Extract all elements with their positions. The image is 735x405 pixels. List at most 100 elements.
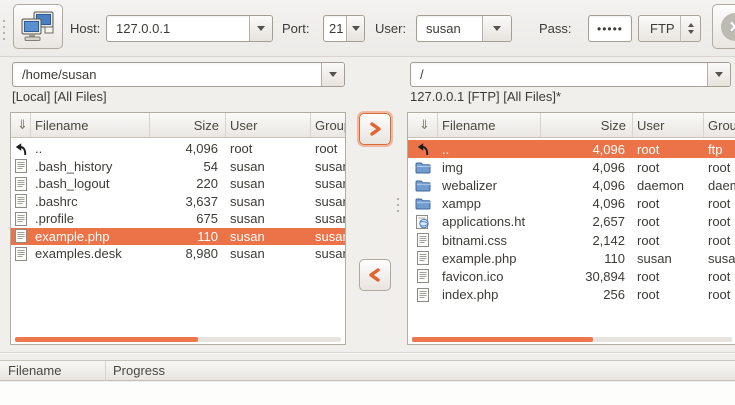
file-row[interactable]: img 4,096 root root	[408, 158, 735, 176]
user-column-header[interactable]: User	[633, 113, 704, 137]
file-row[interactable]: .profile 675 susan susan	[11, 210, 345, 228]
text-file-icon	[15, 159, 27, 173]
port-input[interactable]: 21	[324, 16, 346, 41]
pane-splitter-handle[interactable]	[396, 196, 400, 214]
folder-icon	[415, 197, 431, 210]
sort-column-header[interactable]: ⇓	[408, 113, 438, 137]
toolbar-grip-handle[interactable]	[2, 18, 6, 40]
file-row[interactable]: .bash_logout 220 susan susan	[11, 175, 345, 193]
file-row[interactable]: favicon.ico 30,894 root root	[408, 267, 735, 285]
port-combo[interactable]: 21	[323, 15, 365, 42]
remote-status-label: 127.0.0.1 [FTP] [All Files]*	[410, 89, 561, 104]
protocol-spinner[interactable]: FTP	[638, 15, 701, 42]
text-file-icon	[417, 233, 429, 247]
local-path-input[interactable]: /home/susan	[13, 63, 321, 86]
remote-list-header: ⇓ Filename Size User Group	[408, 113, 735, 138]
chevron-down-icon	[329, 72, 337, 77]
host-input[interactable]: 127.0.0.1	[107, 16, 249, 41]
file-row[interactable]: applications.ht 2,657 root root	[408, 213, 735, 231]
arrow-left-icon	[368, 267, 382, 283]
file-row[interactable]: examples.desk 8,980 susan susan	[11, 245, 345, 263]
port-label: Port:	[282, 21, 309, 36]
text-file-icon	[417, 288, 429, 302]
transfer-splitter-handle[interactable]	[0, 352, 735, 354]
chevron-down-icon	[352, 26, 360, 31]
remote-path-dropdown-button[interactable]	[707, 63, 730, 86]
sort-column-header[interactable]: ⇓	[11, 113, 31, 137]
file-row[interactable]: webalizer 4,096 daemon daemon	[408, 176, 735, 194]
filename-column-header[interactable]: Filename	[438, 113, 541, 137]
text-file-icon	[417, 251, 429, 265]
connect-computers-icon	[20, 11, 56, 43]
sort-descending-icon: ⇓	[419, 117, 430, 133]
size-column-header[interactable]: Size	[150, 113, 226, 137]
stop-button[interactable]: ✕	[712, 4, 735, 49]
spin-up-icon	[688, 23, 694, 27]
local-file-list: ⇓ Filename Size User Group .. 4,096 root…	[10, 112, 346, 345]
group-column-header[interactable]: Group	[704, 113, 735, 137]
transfer-queue-list[interactable]	[0, 382, 735, 405]
file-row[interactable]: bitnami.css 2,142 root root	[408, 231, 735, 249]
protocol-spin-buttons[interactable]	[680, 16, 700, 41]
pass-label: Pass:	[539, 21, 572, 36]
toolbar: Host: 127.0.0.1 Port: 21 User: susan Pas…	[0, 0, 735, 57]
file-row[interactable]: .. 4,096 root ftp	[408, 140, 735, 158]
text-file-icon	[417, 269, 429, 283]
local-horizontal-scrollbar[interactable]	[15, 337, 341, 342]
folder-icon	[415, 179, 431, 192]
transfer-queue-header: Filename Progress	[0, 360, 735, 381]
remote-horizontal-scrollbar[interactable]	[412, 337, 732, 342]
remote-path-combo[interactable]: /	[410, 62, 731, 87]
sort-descending-icon: ⇓	[17, 117, 28, 133]
html-file-icon	[416, 215, 430, 229]
text-file-icon	[15, 194, 27, 208]
updir-arrow-icon	[15, 142, 28, 156]
scrollbar-thumb[interactable]	[412, 337, 593, 342]
connect-button[interactable]	[13, 4, 63, 49]
host-label: Host:	[70, 21, 100, 36]
group-column-header[interactable]: Group	[311, 113, 345, 137]
remote-file-list: ⇓ Filename Size User Group .. 4,096 root…	[407, 112, 735, 345]
queue-progress-column-header[interactable]: Progress	[113, 363, 165, 378]
local-list-header: ⇓ Filename Size User Group	[11, 113, 345, 138]
password-input[interactable]: •••••	[588, 15, 632, 42]
file-row[interactable]: example.php 110 susan susan	[11, 228, 345, 246]
user-dropdown-button[interactable]	[482, 16, 511, 41]
port-dropdown-button[interactable]	[346, 16, 364, 41]
user-input[interactable]: susan	[417, 16, 482, 41]
updir-arrow-icon	[417, 142, 430, 156]
protocol-value: FTP	[639, 16, 680, 41]
size-column-header[interactable]: Size	[541, 113, 633, 137]
file-row[interactable]: example.php 110 susan susan	[408, 249, 735, 267]
password-dots: •••••	[597, 22, 623, 36]
text-file-icon	[15, 247, 27, 261]
chevron-down-icon	[257, 26, 265, 31]
local-status-label: [Local] [All Files]	[12, 89, 107, 104]
chevron-down-icon	[715, 72, 723, 77]
text-file-icon	[15, 177, 27, 191]
file-row[interactable]: .. 4,096 root root	[11, 140, 345, 158]
chevron-down-icon	[493, 26, 501, 31]
scrollbar-thumb[interactable]	[15, 337, 198, 342]
local-path-dropdown-button[interactable]	[321, 63, 344, 86]
column-divider	[105, 361, 106, 381]
transfer-right-button[interactable]	[359, 113, 391, 145]
file-row[interactable]: index.php 256 root root	[408, 286, 735, 304]
host-combo[interactable]: 127.0.0.1	[106, 15, 273, 42]
user-combo[interactable]: susan	[416, 15, 512, 42]
arrow-right-icon	[368, 121, 382, 137]
text-file-icon	[15, 229, 27, 243]
file-row[interactable]: .bash_history 54 susan susan	[11, 158, 345, 176]
filename-column-header[interactable]: Filename	[31, 113, 150, 137]
host-dropdown-button[interactable]	[249, 16, 272, 41]
user-column-header[interactable]: User	[226, 113, 311, 137]
stop-x-icon: ✕	[721, 13, 735, 41]
transfer-left-button[interactable]	[359, 259, 391, 291]
remote-path-input[interactable]: /	[411, 63, 707, 86]
text-file-icon	[15, 212, 27, 226]
folder-icon	[415, 161, 431, 174]
file-row[interactable]: xampp 4,096 root root	[408, 195, 735, 213]
local-path-combo[interactable]: /home/susan	[12, 62, 345, 87]
queue-filename-column-header[interactable]: Filename	[8, 363, 61, 378]
file-row[interactable]: .bashrc 3,637 susan susan	[11, 193, 345, 211]
